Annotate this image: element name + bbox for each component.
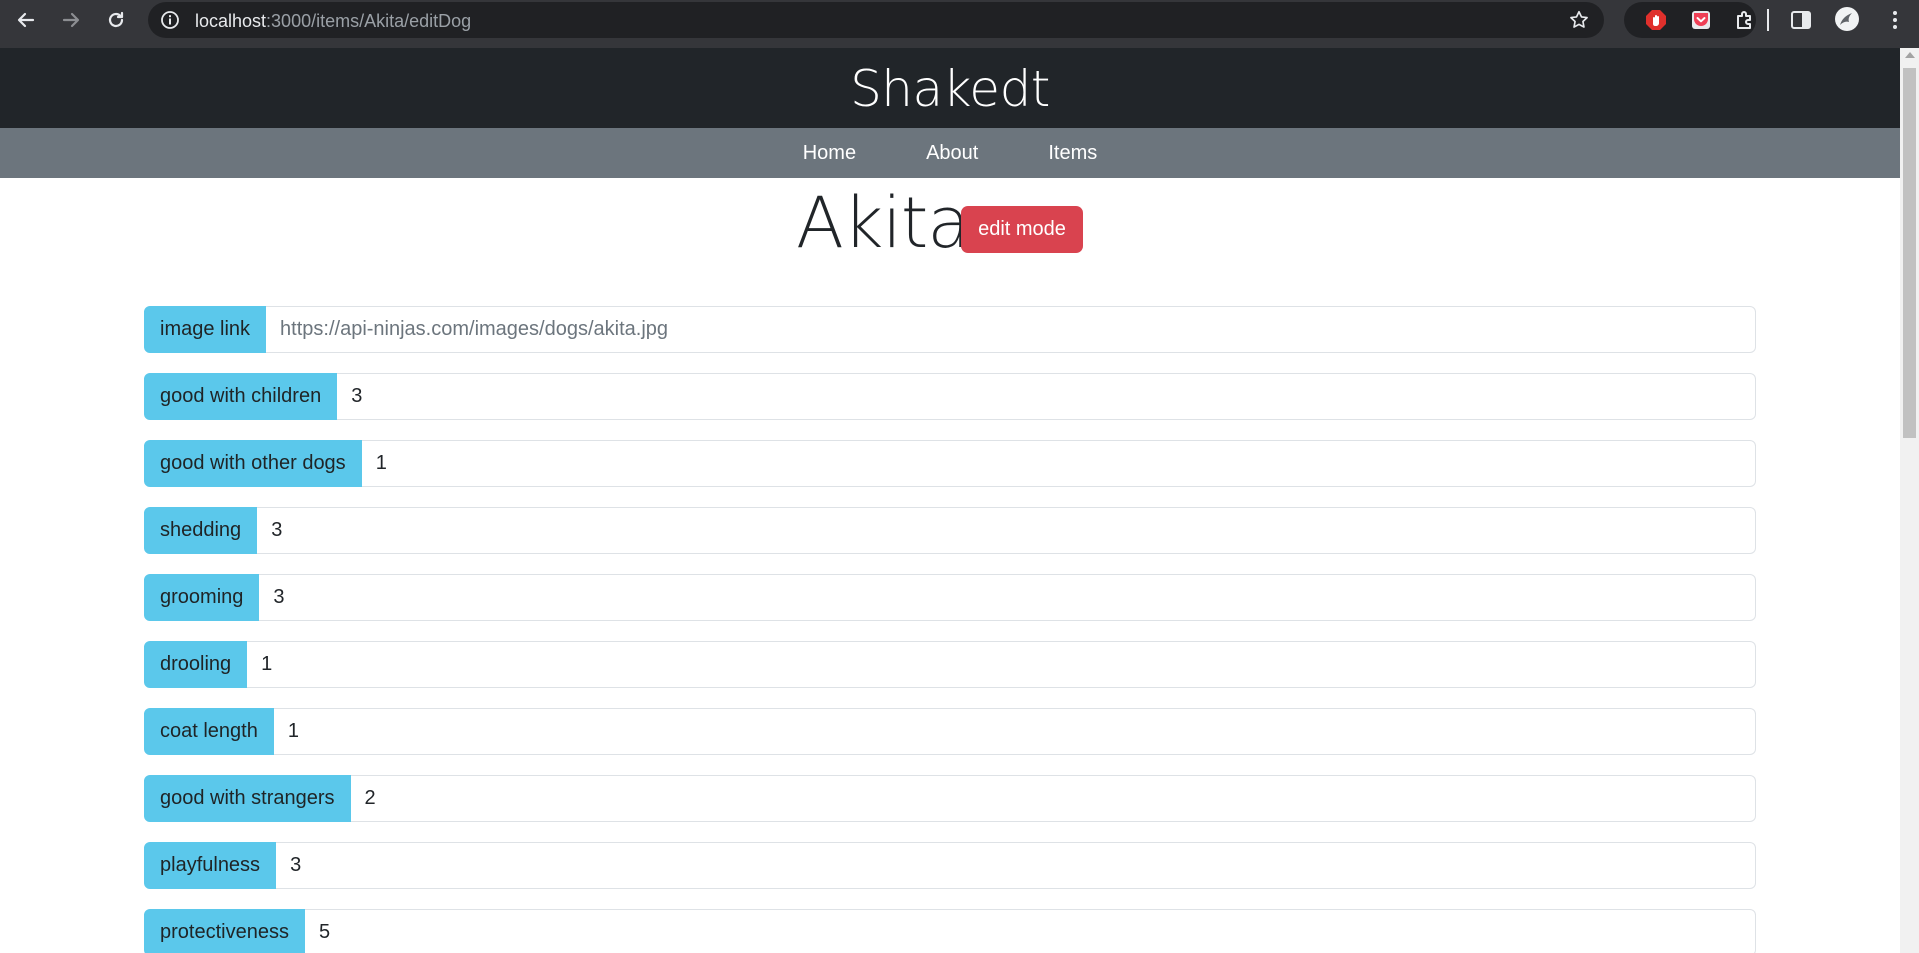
field-drooling: drooling — [144, 641, 1756, 688]
field-label: shedding — [144, 507, 258, 554]
field-label: coat length — [144, 708, 274, 755]
field-good-with-strangers: good with strangers — [144, 775, 1756, 822]
good-with-children-input[interactable] — [337, 373, 1756, 420]
toolbar-separator — [1767, 9, 1769, 31]
back-button[interactable] — [14, 8, 38, 32]
scroll-thumb[interactable] — [1903, 68, 1916, 438]
image-link-input[interactable] — [266, 306, 1756, 353]
side-panel-icon[interactable] — [1789, 8, 1813, 32]
playfulness-input[interactable] — [276, 842, 1756, 889]
star-icon[interactable] — [1568, 9, 1590, 31]
edit-form: image link good with children good with … — [144, 306, 1756, 953]
field-label: image link — [144, 306, 267, 353]
field-good-with-other-dogs: good with other dogs — [144, 440, 1756, 487]
url-text[interactable]: localhost:3000/items/Akita/editDog — [195, 11, 471, 32]
field-playfulness: playfulness — [144, 842, 1756, 889]
adblock-icon[interactable] — [1644, 8, 1668, 32]
main-nav: Home About Items — [0, 128, 1900, 178]
field-label: grooming — [144, 574, 260, 621]
forward-button[interactable] — [59, 8, 83, 32]
vertical-scrollbar[interactable] — [1900, 48, 1919, 953]
puzzle-icon[interactable] — [1733, 8, 1757, 32]
edit-mode-button[interactable]: edit mode — [961, 206, 1083, 253]
drooling-input[interactable] — [247, 641, 1756, 688]
field-label: playfulness — [144, 842, 277, 889]
reload-icon — [108, 11, 124, 28]
field-shedding: shedding — [144, 507, 1756, 554]
url-path: :3000/items/Akita/editDog — [266, 11, 472, 31]
arrow-right-icon — [62, 12, 80, 28]
arrow-left-icon — [17, 12, 35, 28]
browser-toolbar: localhost:3000/items/Akita/editDog — [0, 0, 1919, 48]
nav-link-items[interactable]: Items — [1013, 142, 1132, 165]
pocket-icon[interactable] — [1689, 8, 1713, 32]
url-host: localhost — [195, 11, 267, 31]
extensions-group — [1624, 2, 1756, 38]
field-good-with-children: good with children — [144, 373, 1756, 420]
page-content: Shakedt Home About Items Akita edit mode… — [0, 48, 1900, 953]
scroll-up-arrow[interactable] — [1905, 52, 1915, 58]
good-with-strangers-input[interactable] — [350, 775, 1756, 822]
kebab-menu-icon[interactable] — [1883, 8, 1907, 32]
page-title: Akita — [796, 182, 970, 264]
shedding-input[interactable] — [257, 507, 1756, 554]
field-label: drooling — [144, 641, 248, 688]
address-bar[interactable]: localhost:3000/items/Akita/editDog — [148, 2, 1604, 38]
nav-link-home[interactable]: Home — [768, 142, 891, 165]
grooming-input[interactable] — [259, 574, 1756, 621]
field-protectiveness: protectiveness — [144, 909, 1756, 953]
field-label: good with strangers — [144, 775, 351, 822]
field-grooming: grooming — [144, 574, 1756, 621]
site-title: Shakedt — [850, 60, 1050, 118]
avatar[interactable] — [1834, 6, 1860, 32]
item-title-row: Akita edit mode — [0, 182, 1900, 274]
reload-button[interactable] — [104, 8, 128, 32]
nav-link-about[interactable]: About — [891, 142, 1013, 165]
field-image-link: image link — [144, 306, 1756, 353]
field-label: good with other dogs — [144, 440, 362, 487]
field-label: protectiveness — [144, 909, 305, 953]
protectiveness-input[interactable] — [304, 909, 1756, 953]
site-header: Shakedt — [0, 48, 1900, 128]
info-icon[interactable] — [160, 10, 180, 30]
field-label: good with children — [144, 373, 338, 420]
coat-length-input[interactable] — [273, 708, 1756, 755]
field-coat-length: coat length — [144, 708, 1756, 755]
good-with-other-dogs-input[interactable] — [361, 440, 1756, 487]
